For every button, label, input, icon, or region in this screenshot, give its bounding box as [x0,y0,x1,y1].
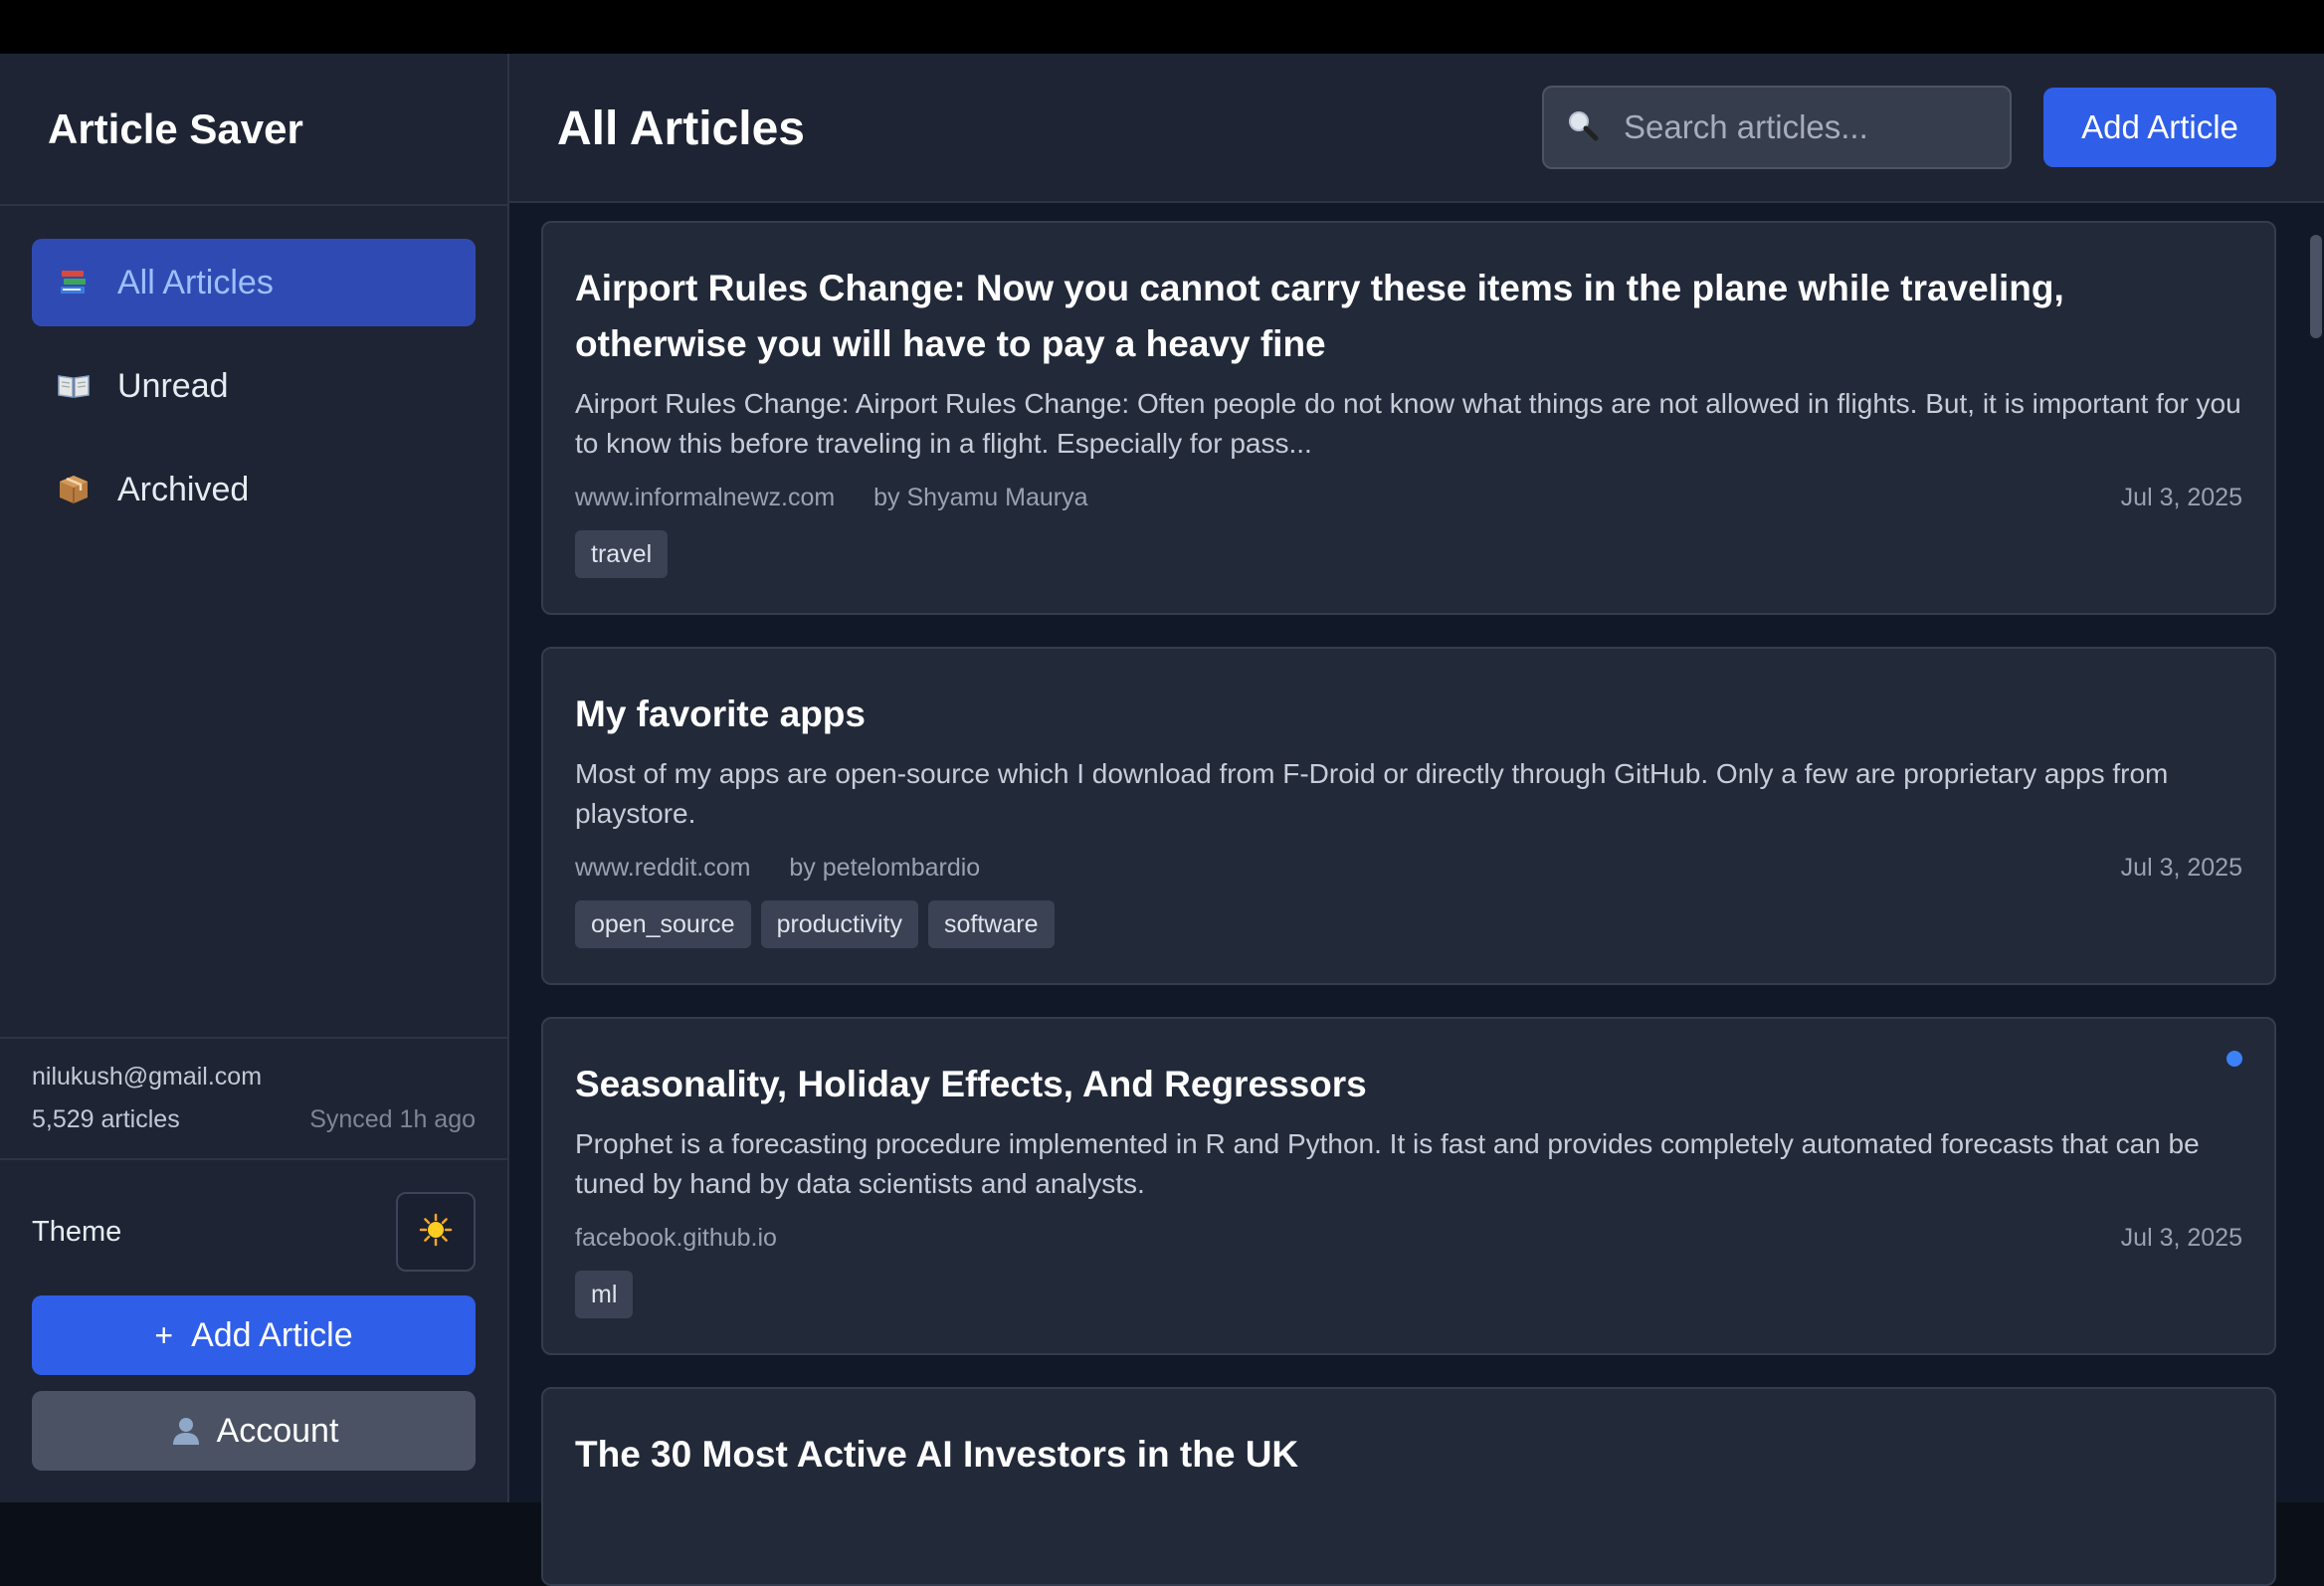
search-box [1542,86,2012,169]
search-icon [1566,108,1600,147]
sidebar-item-all-articles[interactable]: All Articles [32,239,476,326]
app-window: Article Saver All Articles Unread Archiv… [0,54,2324,1586]
tag[interactable]: productivity [760,900,919,948]
user-email: nilukush@gmail.com [32,1063,263,1090]
article-domain: www.reddit.com [575,854,751,882]
article-title[interactable]: My favorite apps [575,687,2242,742]
theme-row: Theme [32,1192,476,1272]
sidebar-item-label: Archived [117,470,250,508]
main-content: All Articles Add Article Airport Rules C… [509,54,2324,1586]
sidebar-item-archived[interactable]: Archived [32,446,476,533]
article-card[interactable]: My favorite apps Most of my apps are ope… [541,647,2276,985]
page-title: All Articles [557,102,805,155]
sync-status: Synced 1h ago [309,1105,476,1133]
sidebar-nav: All Articles Unread Archived [32,239,476,549]
article-author: by Shyamu Maurya [873,484,1088,511]
package-icon [56,472,92,507]
tag[interactable]: travel [575,530,669,578]
article-count: 5,529 articles [32,1105,180,1133]
theme-label: Theme [32,1215,122,1248]
sidebar-add-article-button[interactable]: + Add Article [32,1295,476,1375]
article-description: Most of my apps are open-source which I … [575,758,2169,829]
tag[interactable]: software [928,900,1055,948]
article-date: Jul 3, 2025 [2120,854,2242,882]
article-tags: travel [575,530,2242,578]
article-meta: www.reddit.com by petelombardio Jul 3, 2… [575,854,2242,883]
scrollbar[interactable] [2308,205,2324,1502]
scrollbar-thumb[interactable] [2310,235,2322,338]
article-tags: ml [575,1271,2242,1318]
article-card[interactable]: The 30 Most Active AI Investors in the U… [541,1387,2276,1586]
sun-icon [419,1213,453,1252]
sidebar-item-unread[interactable]: Unread [32,342,476,430]
person-icon [169,1414,203,1448]
article-date: Jul 3, 2025 [2120,1224,2242,1252]
article-meta: facebook.github.io Jul 3, 2025 [575,1224,2242,1253]
sidebar-item-label: Unread [117,366,229,405]
unread-indicator [2227,1051,2242,1067]
article-meta: www.informalnewz.com by Shyamu Maurya Ju… [575,484,2242,512]
sidebar-add-article-label: Add Article [191,1315,353,1354]
account-label: Account [216,1411,339,1450]
sidebar: Article Saver All Articles Unread Archiv… [0,54,509,1502]
theme-toggle-button[interactable] [396,1192,476,1272]
article-title[interactable]: Seasonality, Holiday Effects, And Regres… [575,1057,2242,1112]
article-description: Prophet is a forecasting procedure imple… [575,1128,2200,1199]
search-input[interactable] [1624,108,2002,146]
article-author: by petelombardio [789,854,981,882]
article-domain: facebook.github.io [575,1224,777,1252]
article-title[interactable]: The 30 Most Active AI Investors in the U… [575,1427,2242,1483]
header-add-article-button[interactable]: Add Article [2043,88,2276,167]
books-icon [56,265,92,300]
account-button[interactable]: Account [32,1391,476,1471]
article-domain: www.informalnewz.com [575,484,836,511]
window-top-bar [0,0,2324,54]
open-book-icon [56,368,92,404]
article-description: Airport Rules Change: Airport Rules Chan… [575,388,2241,459]
user-info: nilukush@gmail.com 5,529 articles Synced… [0,1037,507,1160]
plus-icon: + [154,1316,174,1353]
article-title[interactable]: Airport Rules Change: Now you cannot car… [575,261,2242,372]
sidebar-item-label: All Articles [117,263,274,301]
tag[interactable]: ml [575,1271,634,1318]
article-tags: open_source productivity software [575,900,2242,948]
main-header: All Articles Add Article [509,54,2324,203]
app-title: Article Saver [0,54,507,206]
article-date: Jul 3, 2025 [2120,484,2242,511]
article-card[interactable]: Airport Rules Change: Now you cannot car… [541,221,2276,615]
article-card[interactable]: Seasonality, Holiday Effects, And Regres… [541,1017,2276,1355]
tag[interactable]: open_source [575,900,751,948]
